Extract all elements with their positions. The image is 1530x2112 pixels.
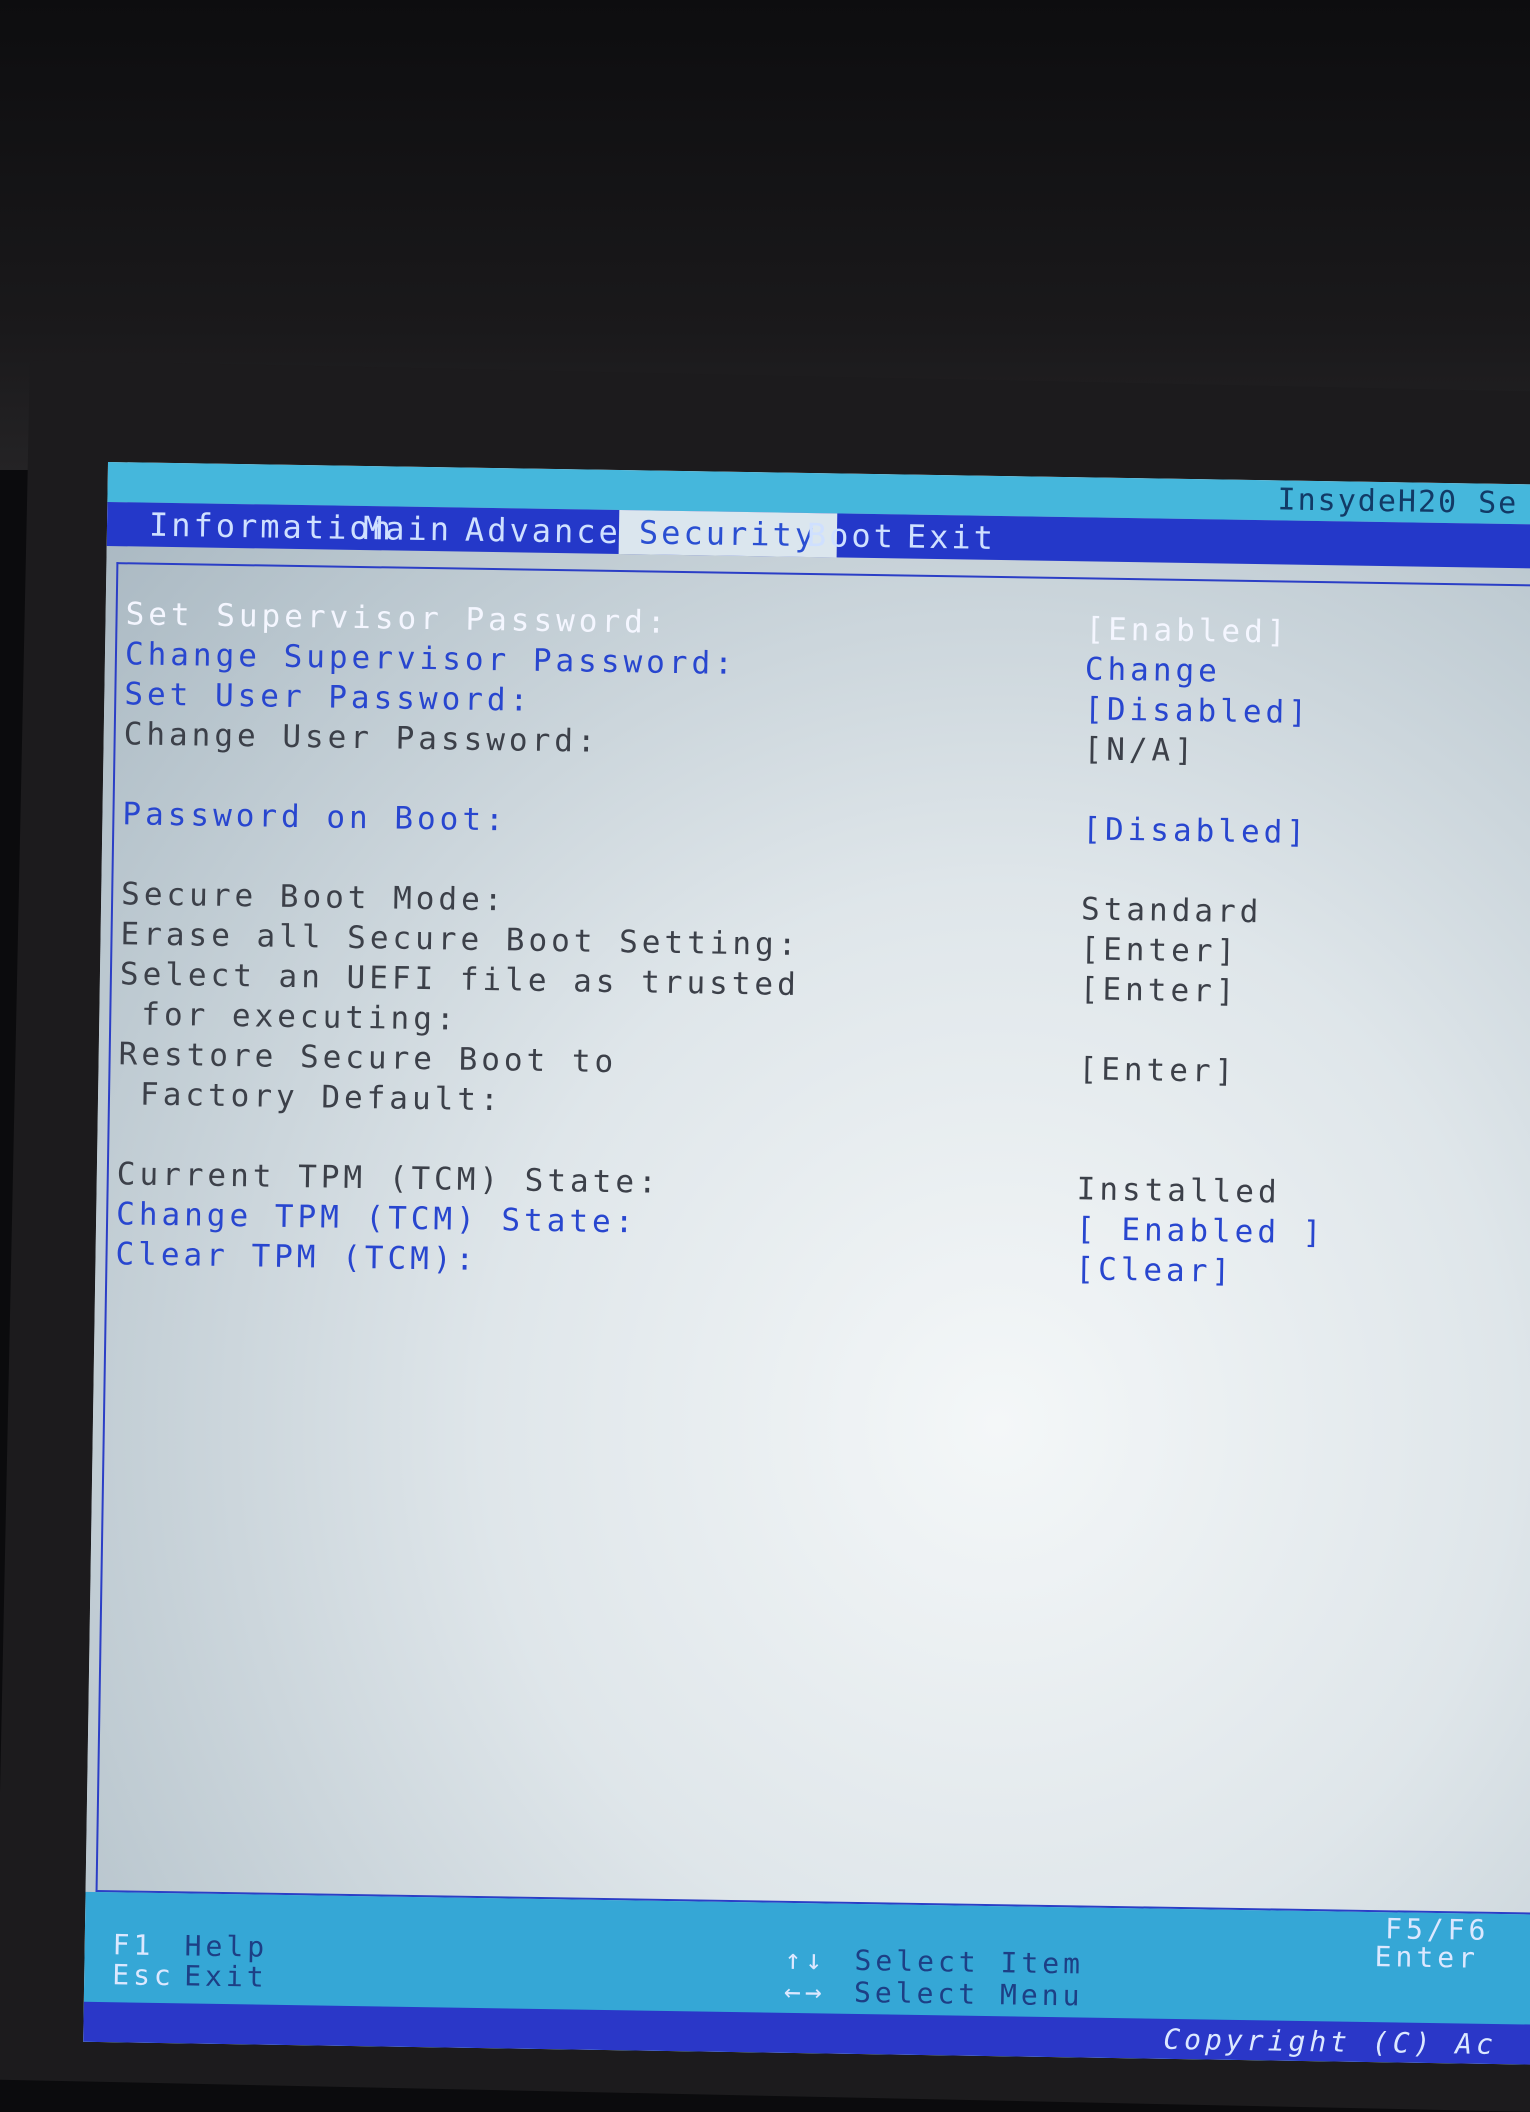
tab-advanced[interactable]: Advanced xyxy=(465,508,644,555)
set-supervisor-password-value: [Enabled] xyxy=(1085,611,1290,651)
set-supervisor-password-label[interactable]: Set Supervisor Password: xyxy=(125,596,669,641)
select-menu-label: Select Menu xyxy=(853,1975,1084,2013)
up-down-arrows-icon: ↑↓ xyxy=(784,1942,827,1977)
tab-main[interactable]: Main xyxy=(363,506,453,551)
restore-secure-boot-value[interactable]: [Enter] xyxy=(1078,1051,1237,1089)
set-user-password-label[interactable]: Set User Password: xyxy=(124,676,532,718)
f1-help-label: Help xyxy=(184,1929,269,1964)
change-user-password-label: Change User Password: xyxy=(123,716,600,760)
bios-screen: InsydeH20 Se Information Main Advanced S… xyxy=(83,462,1530,2065)
password-on-boot-value[interactable]: [Disabled] xyxy=(1082,811,1309,851)
select-item-label: Select Item xyxy=(854,1943,1085,1981)
change-tpm-state-value[interactable]: [ Enabled ] xyxy=(1076,1211,1326,1251)
settings-panel: Set Supervisor Password: [Enabled] Chang… xyxy=(95,562,1530,1915)
tab-security[interactable]: Security xyxy=(618,510,838,558)
clear-tpm-label[interactable]: Clear TPM (TCM): xyxy=(115,1236,478,1278)
secure-boot-mode-label: Secure Boot Mode: xyxy=(120,876,507,919)
erase-secure-boot-label[interactable]: Erase all Secure Boot Setting: xyxy=(120,916,800,963)
f1-key: F1 xyxy=(112,1928,155,1962)
bios-brand: InsydeH20 Se xyxy=(1277,482,1519,522)
current-tpm-state-label: Current TPM (TCM) State: xyxy=(116,1156,661,1201)
restore-secure-boot-label[interactable]: Restore Secure Boot to xyxy=(118,1036,617,1080)
key-help-footer: F1 Help Esc Exit ↑↓ Select Item ←→ Selec… xyxy=(83,1891,1530,2065)
esc-exit-label: Exit xyxy=(183,1959,268,1994)
select-uefi-trusted-label-line2: for executing: xyxy=(141,996,459,1038)
tab-boot[interactable]: Boot xyxy=(807,513,897,558)
restore-secure-boot-label-line2: Factory Default: xyxy=(139,1076,503,1119)
enter-key: Enter xyxy=(1374,1940,1480,1975)
secure-boot-mode-value: Standard xyxy=(1080,891,1263,931)
clear-tpm-value[interactable]: [Clear] xyxy=(1075,1251,1234,1289)
password-on-boot-label[interactable]: Password on Boot: xyxy=(122,796,508,838)
esc-key: Esc xyxy=(111,1958,176,1993)
tab-exit[interactable]: Exit xyxy=(907,515,997,560)
copyright-text: Copyright (C) Ac xyxy=(1163,2022,1498,2062)
set-user-password-value[interactable]: [Disabled] xyxy=(1084,691,1311,731)
select-uefi-trusted-label[interactable]: Select an UEFI file as trusted xyxy=(120,956,800,1003)
select-uefi-trusted-value[interactable]: [Enter] xyxy=(1080,971,1239,1009)
change-supervisor-password-label[interactable]: Change Supervisor Password: xyxy=(125,636,737,682)
erase-secure-boot-value[interactable]: [Enter] xyxy=(1080,931,1239,969)
change-tpm-state-label[interactable]: Change TPM (TCM) State: xyxy=(116,1196,638,1240)
tab-information[interactable]: Information xyxy=(149,503,395,551)
change-supervisor-password-value[interactable]: Change xyxy=(1085,651,1222,689)
current-tpm-state-value: Installed xyxy=(1076,1171,1281,1211)
left-right-arrows-icon: ←→ xyxy=(783,1974,827,2009)
change-user-password-value: [N/A] xyxy=(1083,731,1198,770)
